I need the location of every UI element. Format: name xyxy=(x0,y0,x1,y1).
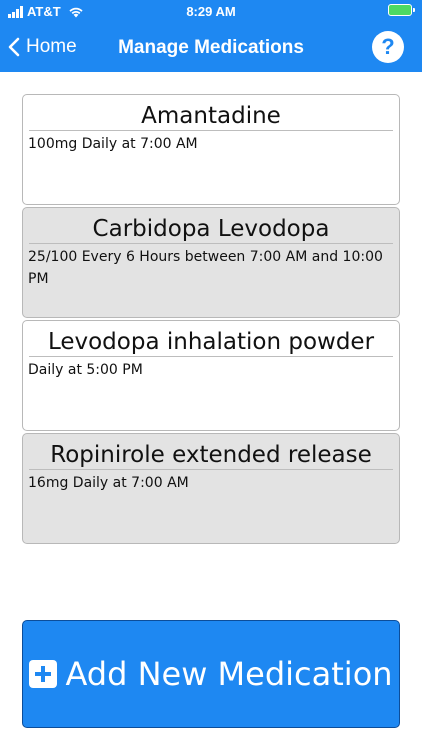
medication-name: Amantadine xyxy=(29,99,393,131)
medication-name: Levodopa inhalation powder xyxy=(29,325,393,357)
medication-dose: 16mg Daily at 7:00 AM xyxy=(28,475,189,491)
help-button[interactable]: ? xyxy=(372,31,404,63)
medication-dose: Daily at 5:00 PM xyxy=(28,362,143,378)
page-title: Manage Medications xyxy=(118,37,304,58)
status-right xyxy=(388,4,415,19)
battery-icon xyxy=(388,4,415,16)
medication-card-ropinirole[interactable]: Ropinirole extended release 16mg Daily a… xyxy=(22,433,400,544)
medication-list: Amantadine 100mg Daily at 7:00 AM Carbid… xyxy=(22,94,400,546)
status-time: 8:29 AM xyxy=(186,4,236,19)
medication-dose: 25/100 Every 6 Hours between 7:00 AM and… xyxy=(28,249,383,287)
medication-dose: 100mg Daily at 7:00 AM xyxy=(28,136,198,152)
medication-card-amantadine[interactable]: Amantadine 100mg Daily at 7:00 AM xyxy=(22,94,400,205)
medication-name: Carbidopa Levodopa xyxy=(29,212,393,244)
status-bar: AT&T 8:29 AM xyxy=(0,0,422,24)
medication-card-levodopa-inhalation[interactable]: Levodopa inhalation powder Daily at 5:00… xyxy=(22,320,400,431)
add-medication-button[interactable]: Add New Medication xyxy=(22,620,400,728)
plus-icon xyxy=(29,660,58,688)
nav-bar: Home Manage Medications ? xyxy=(0,24,422,72)
medication-name: Ropinirole extended release xyxy=(29,438,393,470)
medication-card-carbidopa-levodopa[interactable]: Carbidopa Levodopa 25/100 Every 6 Hours … xyxy=(22,207,400,318)
add-medication-label: Add New Medication xyxy=(65,655,393,693)
